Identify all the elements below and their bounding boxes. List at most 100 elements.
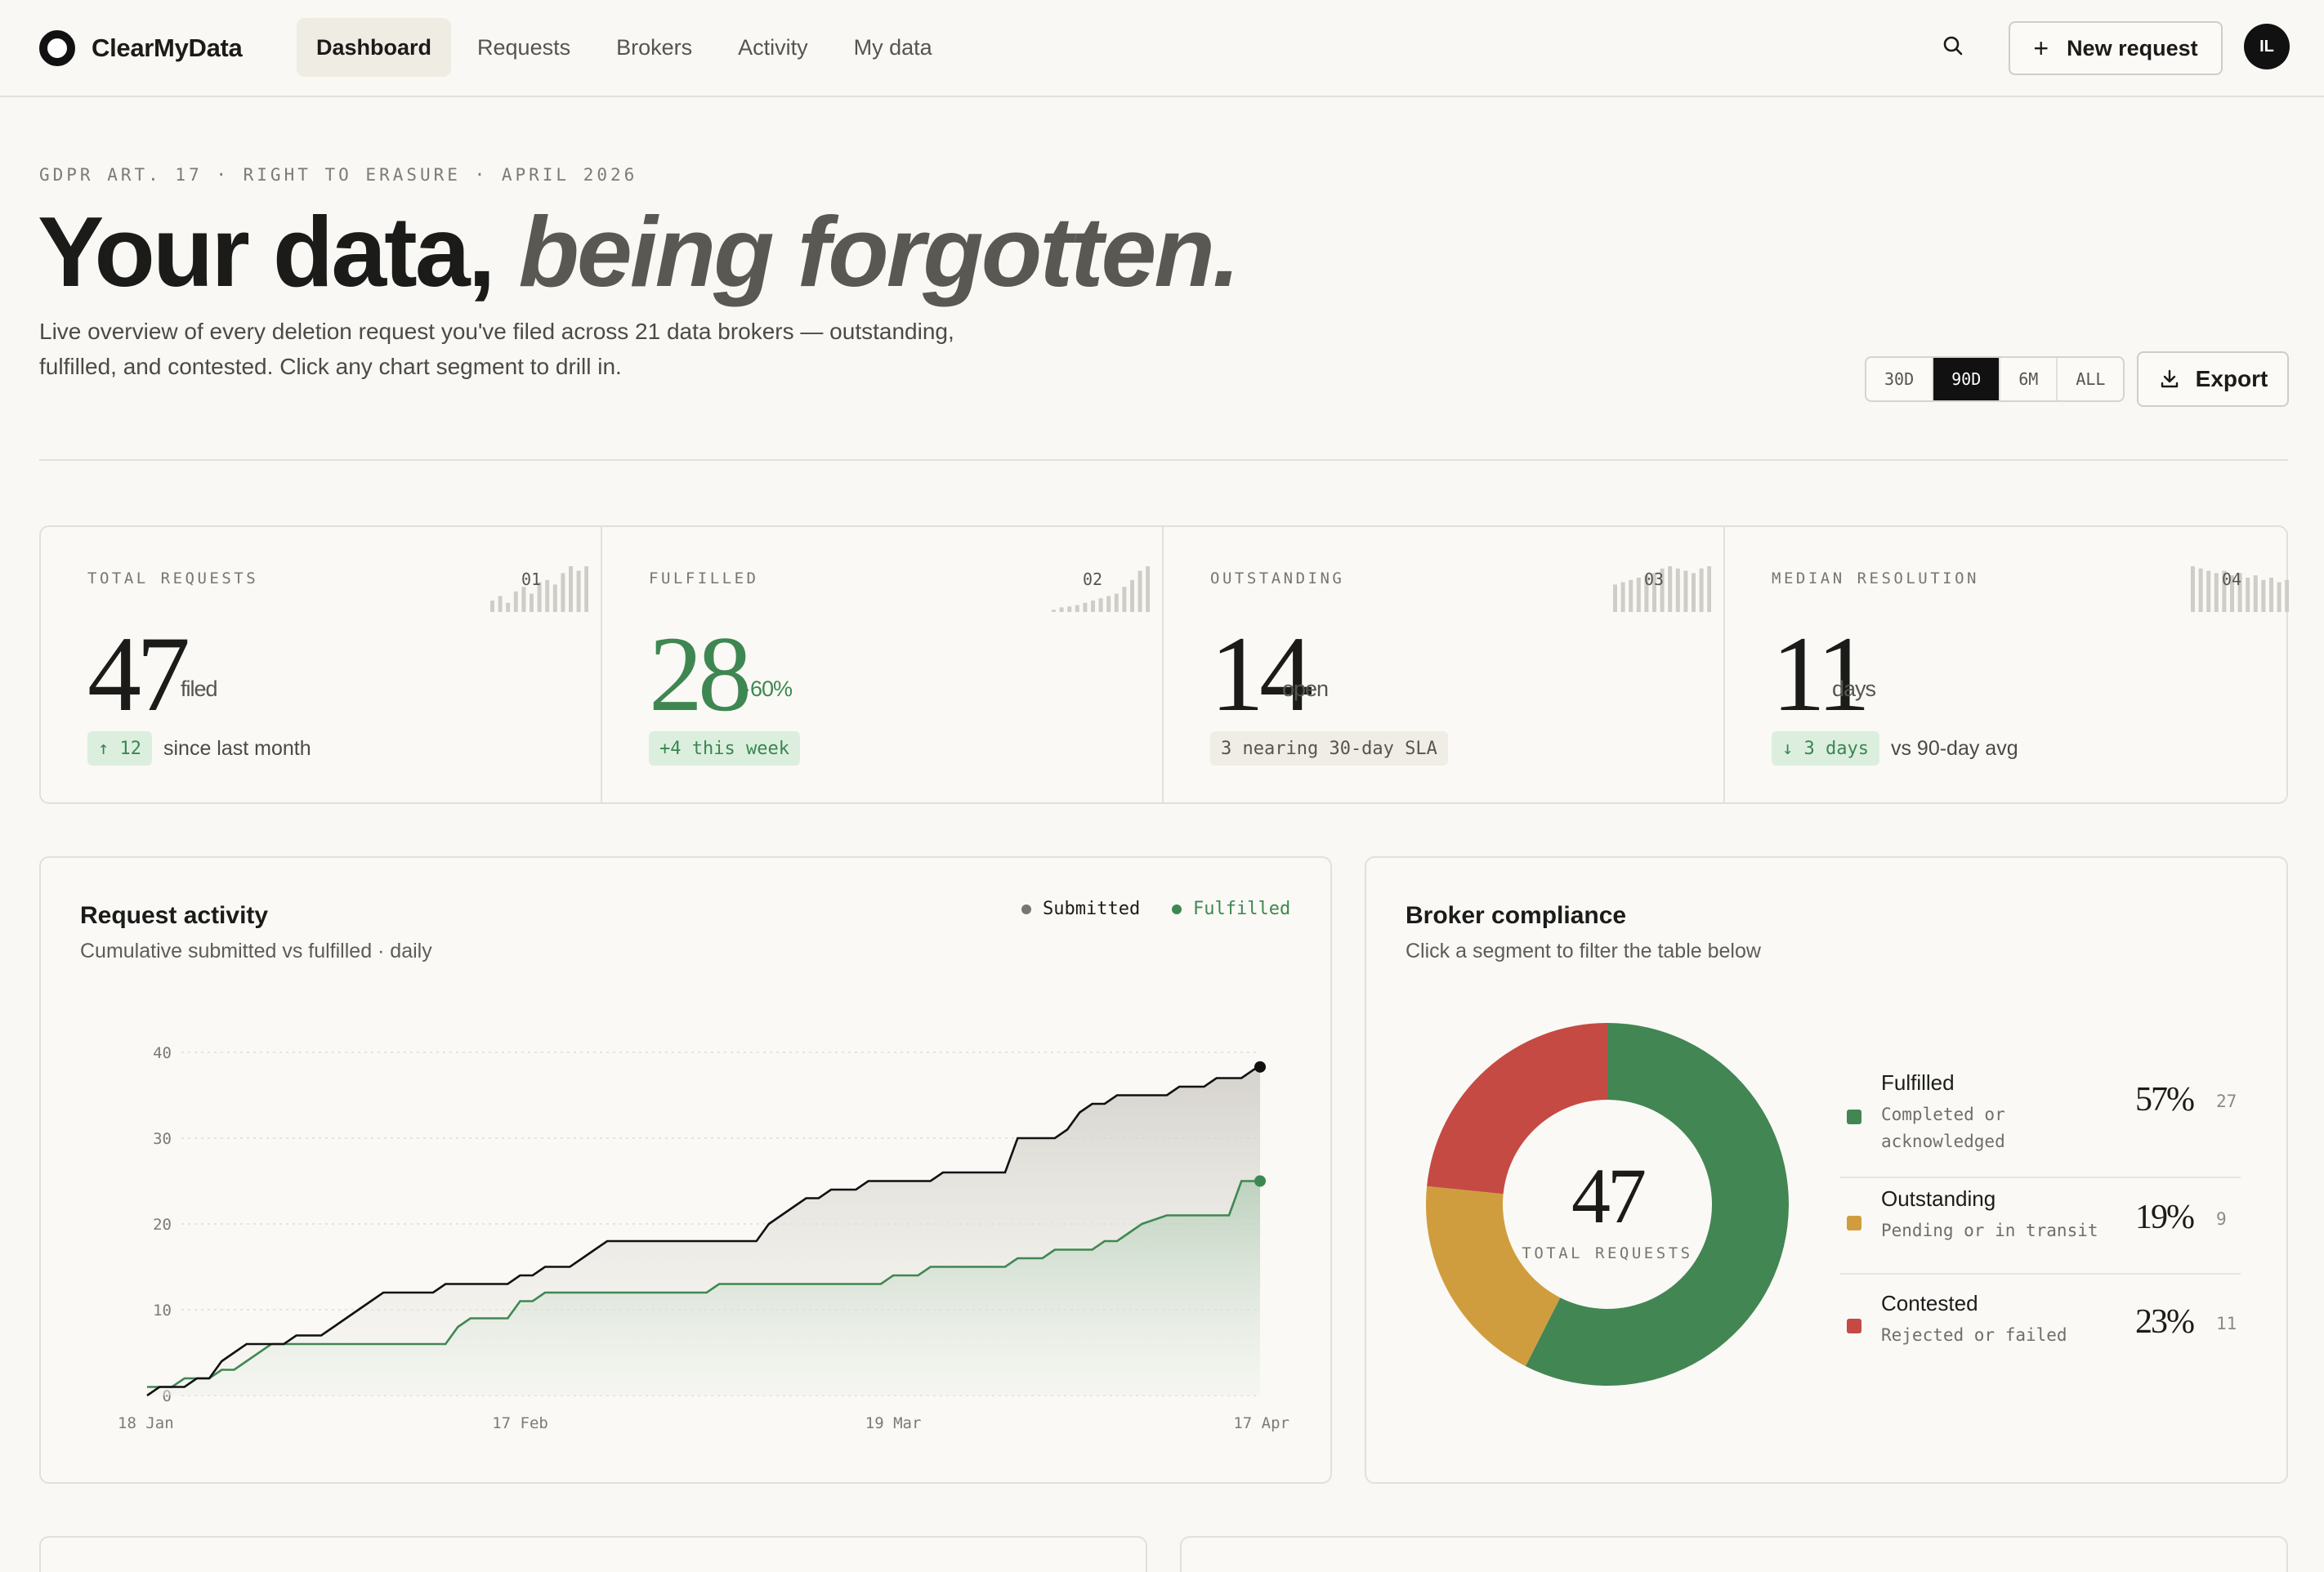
kpi-note: since last month (163, 736, 311, 760)
legend-count: 27 (2216, 1092, 2237, 1111)
nav-item-requests[interactable]: Requests (458, 18, 590, 77)
export-label: Export (2195, 366, 2268, 391)
sparkline-bar (1066, 606, 1071, 612)
top-navigation-bar: ClearMyData Dashboard Requests Brokers Acti… (0, 0, 2324, 97)
compliance-donut-chart[interactable]: 47 TOTAL REQUESTS (1415, 1016, 1799, 1400)
sparkline-bar (1612, 584, 1617, 612)
kpi-footer: ↓ 3 days vs 90-day avg (1772, 731, 2018, 766)
sparkline-bar (1699, 568, 1704, 612)
kpi-tile[interactable]: FULFILLED 28·60% +4 this week 02 (602, 527, 1164, 802)
kpi-footer: +4 this week (649, 731, 811, 766)
logo-icon (39, 30, 75, 66)
y-tick-label: 30 (153, 1130, 172, 1148)
sparkline-bar (521, 587, 526, 612)
sparkline-bar (561, 573, 565, 612)
kpi-unit: open (1282, 677, 1329, 701)
sparkline-bar (1137, 570, 1142, 612)
plus-icon: + (2033, 33, 2049, 63)
user-avatar[interactable]: IL (2244, 24, 2290, 69)
kpi-footer: 3 nearing 30-day SLA (1210, 731, 1459, 766)
page-eyebrow: GDPR ART. 17 · RIGHT TO ERASURE · APRIL … (39, 165, 638, 185)
kpi-value: 47 (87, 614, 190, 734)
time-range-selector: 30D 90D 6M ALL (1865, 356, 2125, 402)
kpi-unit: days (1832, 677, 1876, 701)
nav-item-activity[interactable]: Activity (718, 18, 828, 77)
sparkline-bar (1075, 605, 1079, 612)
page-subtitle: Live overview of every deletion request … (39, 319, 954, 379)
kpi-delta-badge: ↓ 3 days (1772, 731, 1879, 766)
sparkline-bar (1706, 566, 1711, 612)
app-name: ClearMyData (92, 33, 243, 62)
nav-item-brokers[interactable]: Brokers (597, 18, 712, 77)
sparkline-bar (1090, 601, 1095, 612)
sparkline-bar (2261, 579, 2266, 612)
submitted-endpoint[interactable] (1254, 1061, 1266, 1073)
kpi-unit: filed (181, 677, 218, 701)
legend-name: Outstanding (1881, 1186, 1996, 1211)
sparkline-bar (2268, 578, 2273, 612)
kpi-label: TOTAL REQUESTS (87, 569, 259, 587)
sparkline-bar (552, 584, 557, 612)
range-option-6m[interactable]: 6M (2000, 358, 2058, 400)
nav-item-dashboard[interactable]: Dashboard (297, 18, 452, 77)
sparkline-bar (568, 566, 573, 612)
card-title: Broker compliance (1406, 902, 1627, 929)
sparkline-bar (1667, 566, 1672, 612)
sparkline-bar (1114, 593, 1119, 612)
legend-description: Completed or acknowledged (1881, 1105, 2005, 1151)
search-icon (1943, 36, 1963, 56)
kpi-delta-badge: +4 this week (649, 731, 800, 766)
sparkline-bar (576, 570, 581, 612)
lower-card-right (1180, 1536, 2288, 1572)
request-activity-card: Request activity Cumulative submitted vs… (39, 856, 1332, 1484)
new-request-button[interactable]: + New request (2009, 21, 2223, 75)
sparkline-bar (2214, 573, 2219, 612)
sparkline-bar (1122, 587, 1127, 612)
sparkline-bar (1636, 578, 1641, 612)
x-tick-label: 17 Apr (1233, 1414, 1289, 1432)
kpi-delta-badge: 3 nearing 30-day SLA (1210, 731, 1448, 766)
range-option-all[interactable]: ALL (2058, 358, 2123, 400)
legend-swatch (1847, 1216, 1861, 1230)
kpi-tile[interactable]: TOTAL REQUESTS 47 filed ↑ 12 since last mont… (41, 527, 602, 802)
kpi-index: 01 (521, 569, 542, 589)
nav-item-my-data[interactable]: My data (834, 18, 952, 77)
legend-count: 9 (2216, 1209, 2227, 1229)
sparkline-bar (2206, 570, 2210, 612)
page-title-emphasis: being forgotten. (518, 196, 1240, 307)
download-icon (2161, 369, 2178, 388)
export-button[interactable]: Export (2137, 351, 2289, 407)
sparkline-bar (544, 579, 549, 612)
legend-row-outstanding[interactable]: Outstanding Pending or in transit 19% 9 (1840, 1178, 2241, 1275)
sparkline-bar (1083, 602, 1088, 612)
sparkline-bar (1059, 607, 1064, 612)
kpi-tile[interactable]: MEDIAN RESOLUTION 11 days ↓ 3 days vs 90-day… (1725, 527, 2289, 802)
sparkline-bar (513, 591, 518, 612)
sparkline-bar (529, 593, 534, 612)
sparkline-bar (1145, 566, 1150, 612)
legend-row-contested[interactable]: Contested Rejected or failed 23% 11 (1840, 1275, 2241, 1364)
range-option-30d[interactable]: 30D (1866, 358, 1934, 400)
y-tick-label: 40 (153, 1044, 172, 1062)
kpi-delta-badge: ↑ 12 (87, 731, 152, 766)
range-option-90d[interactable]: 90D (1933, 358, 2001, 400)
sparkline-bar (1675, 568, 1680, 612)
sparkline-bar (1129, 579, 1134, 612)
kpi-value: 11 (1772, 614, 1870, 734)
sparkline-bar (1683, 570, 1688, 612)
brand[interactable]: ClearMyData (39, 28, 243, 69)
kpi-tile[interactable]: OUTSTANDING 14 open 3 nearing 30-day SLA 03 (1164, 527, 1725, 802)
divider (39, 459, 2288, 461)
legend-row-fulfilled[interactable]: Fulfilled Completed or acknowledged 57% 27 (1840, 1062, 2241, 1178)
broker-compliance-card: Broker compliance Click a segment to fil… (1365, 856, 2288, 1484)
activity-line-chart[interactable]: 01020304018 Jan 17 Feb 19 Mar 17 Apr (41, 858, 1334, 1485)
sparkline-bar (2253, 575, 2258, 612)
sparkline-bar (2198, 568, 2203, 612)
page-title: Your data, being forgotten. (38, 194, 1240, 309)
search-button[interactable] (1940, 33, 1966, 59)
sparkline-bar (2284, 579, 2289, 612)
sparkline-bar (2277, 582, 2282, 612)
fulfilled-endpoint[interactable] (1254, 1175, 1266, 1187)
x-tick-label: 18 Jan (118, 1414, 174, 1432)
legend-name: Contested (1881, 1291, 1978, 1315)
